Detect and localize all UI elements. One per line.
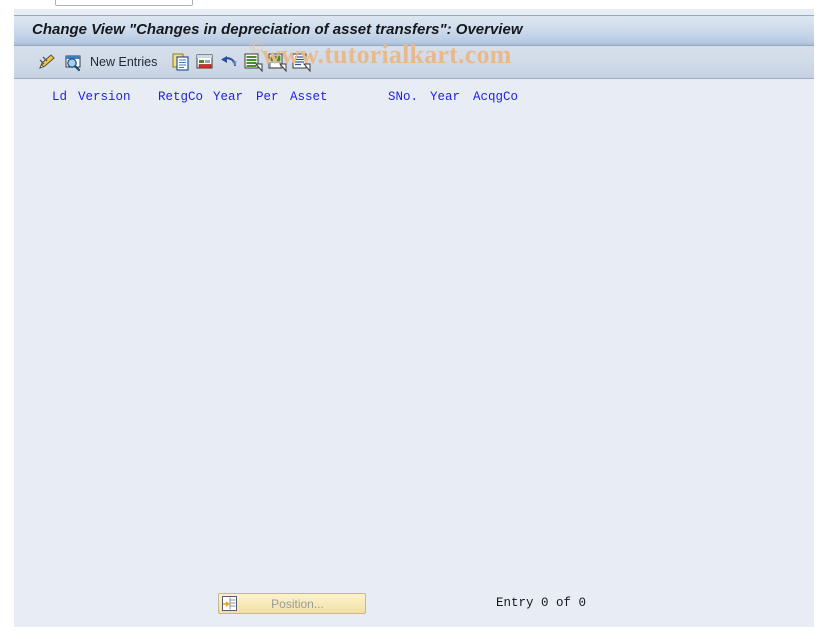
position-button-label: Position... <box>271 596 324 611</box>
entry-count-status: Entry 0 of 0 <box>496 596 587 610</box>
column-header-retgco[interactable]: RetgCo <box>158 88 203 106</box>
window-title-bar: Change View "Changes in depreciation of … <box>14 15 814 46</box>
check-entries-icon[interactable] <box>62 51 84 73</box>
select-all-icon[interactable] <box>242 51 264 73</box>
select-block-icon[interactable] <box>290 51 312 73</box>
position-button[interactable]: Position... <box>218 593 366 614</box>
window-top-strip <box>0 0 828 8</box>
column-header-acqgco[interactable]: AcqgCo <box>473 88 518 106</box>
display-change-icon[interactable] <box>36 51 58 73</box>
delete-row-icon[interactable] <box>194 51 216 73</box>
table-column-header-row: Ld Version RetgCo Year Per Asset SNo. Year AcqgC… <box>14 88 814 110</box>
column-header-year[interactable]: Year <box>430 88 460 106</box>
undo-icon[interactable] <box>218 51 240 73</box>
new-entries-button[interactable]: New Entries <box>90 52 157 72</box>
column-header-sno[interactable]: SNo. <box>388 88 418 106</box>
deselect-all-icon[interactable] <box>266 51 288 73</box>
page-title: Change View "Changes in depreciation of … <box>32 21 523 38</box>
copy-as-icon[interactable] <box>170 51 192 73</box>
column-header-ld[interactable]: Ld <box>52 88 67 106</box>
column-header-per[interactable]: Per <box>256 88 279 106</box>
application-toolbar: New Entries <box>14 46 814 79</box>
table-body-empty <box>14 112 814 582</box>
partial-input-field-cropped[interactable] <box>55 0 193 6</box>
column-header-year[interactable]: Year <box>213 88 243 106</box>
column-header-version[interactable]: Version <box>78 88 131 106</box>
position-icon <box>221 595 238 612</box>
column-header-asset[interactable]: Asset <box>290 88 328 106</box>
table-footer-bar: Position... Entry 0 of 0 <box>14 588 814 624</box>
